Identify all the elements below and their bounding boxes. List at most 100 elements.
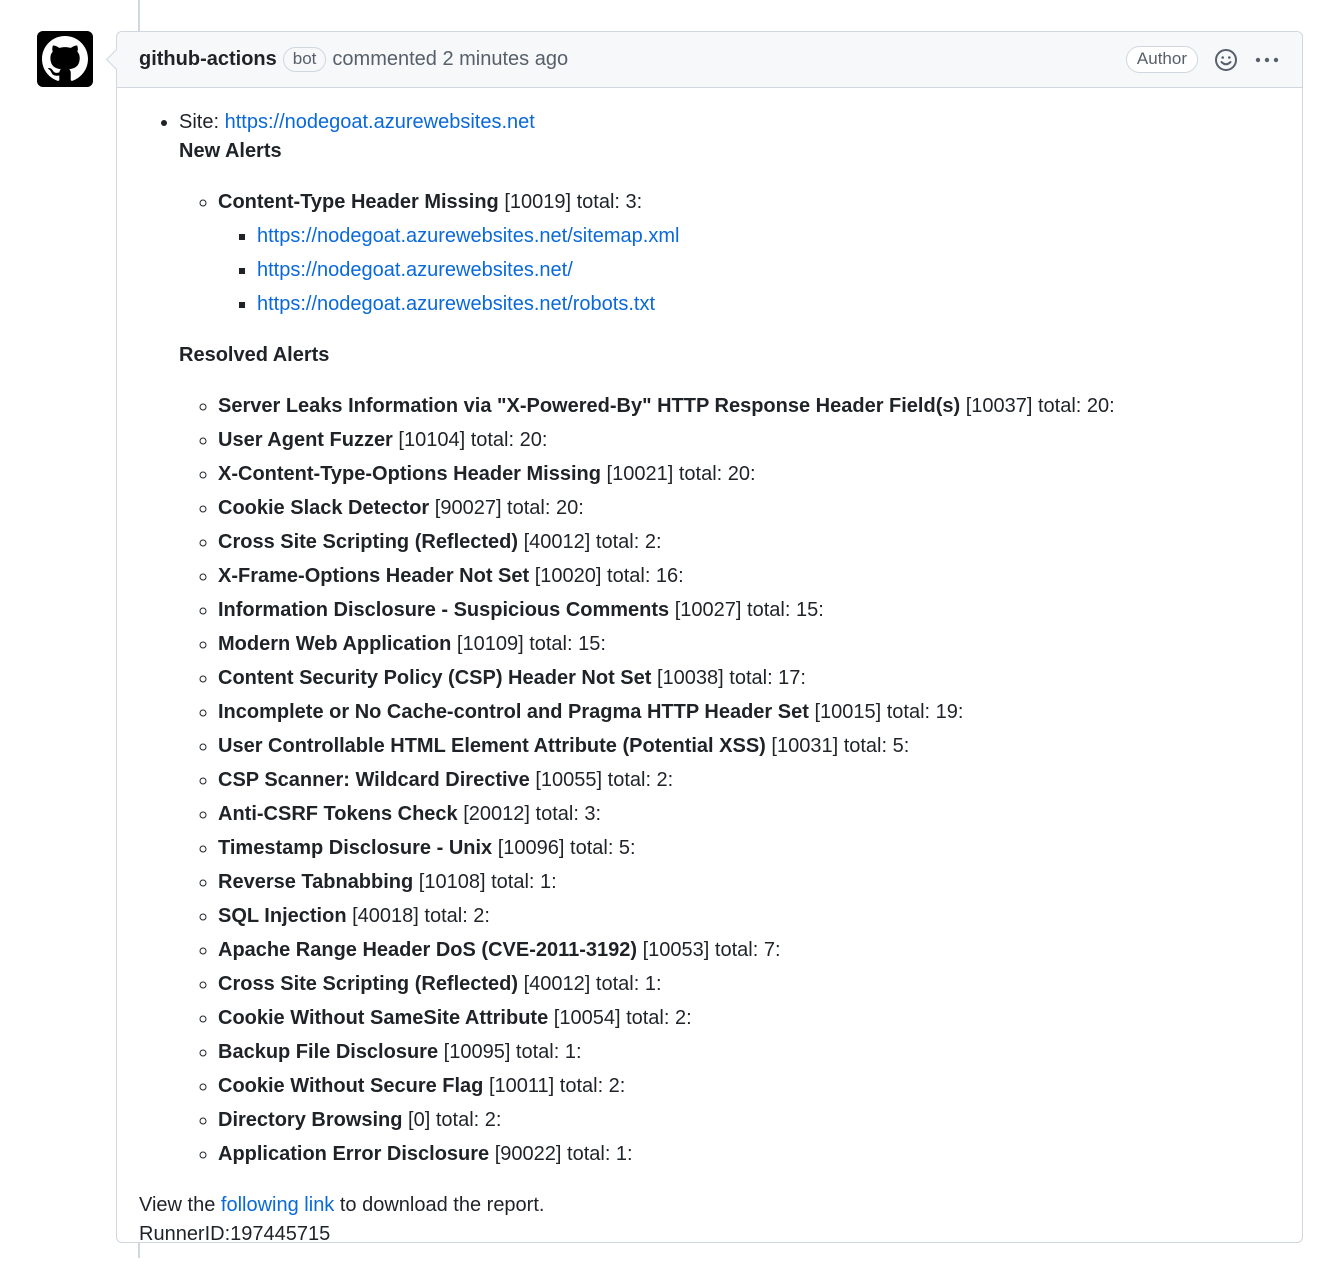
list-item: User Agent Fuzzer [10104] total: 20: bbox=[218, 426, 1280, 455]
list-item: Application Error Disclosure [90022] tot… bbox=[218, 1140, 1280, 1169]
alert-info: [10054] total: 2: bbox=[553, 1007, 692, 1029]
alert-name: X-Frame-Options Header Not Set bbox=[218, 565, 530, 587]
list-item: Cross Site Scripting (Reflected) [40012]… bbox=[218, 528, 1280, 557]
alert-name: Cookie Slack Detector bbox=[218, 497, 430, 519]
list-item: SQL Injection [40018] total: 2: bbox=[218, 902, 1280, 931]
alert-name: Modern Web Application bbox=[218, 633, 452, 655]
list-item: https://nodegoat.azurewebsites.net/robot… bbox=[257, 290, 1280, 319]
alert-name: Application Error Disclosure bbox=[218, 1143, 490, 1165]
report-footer: View the following link to download the … bbox=[139, 1191, 1280, 1220]
alert-info: [10104] total: 20: bbox=[398, 429, 548, 451]
alert-info: [20012] total: 3: bbox=[463, 803, 602, 825]
smiley-icon bbox=[1215, 48, 1237, 71]
alert-info: [10108] total: 1: bbox=[418, 871, 557, 893]
list-item: Cookie Without SameSite Attribute [10054… bbox=[218, 1004, 1280, 1033]
alert-info: [10109] total: 15: bbox=[456, 633, 606, 655]
list-item: Modern Web Application [10109] total: 15… bbox=[218, 630, 1280, 659]
resolved-alerts-heading: Resolved Alerts bbox=[179, 344, 330, 366]
alert-name: Apache Range Header DoS (CVE-2011-3192) bbox=[218, 939, 638, 961]
alert-name: X-Content-Type-Options Header Missing bbox=[218, 463, 601, 485]
list-item: Content Security Policy (CSP) Header Not… bbox=[218, 664, 1280, 693]
alert-name: Cross Site Scripting (Reflected) bbox=[218, 973, 519, 995]
alert-name: Timestamp Disclosure - Unix bbox=[218, 837, 493, 859]
list-item: Content-Type Header Missing [10019] tota… bbox=[218, 188, 1280, 319]
site-item: Site: https://nodegoat.azurewebsites.net… bbox=[179, 108, 1280, 1169]
alert-info: [10021] total: 20: bbox=[606, 463, 756, 485]
alert-name: SQL Injection bbox=[218, 905, 347, 927]
alert-name: Reverse Tabnabbing bbox=[218, 871, 414, 893]
alert-info: [10015] total: 19: bbox=[814, 701, 964, 723]
alert-name: Cross Site Scripting (Reflected) bbox=[218, 531, 519, 553]
alert-url-link[interactable]: https://nodegoat.azurewebsites.net/sitem… bbox=[257, 225, 679, 247]
alert-name: User Agent Fuzzer bbox=[218, 429, 393, 451]
alert-name: Content-Type Header Missing bbox=[218, 191, 499, 213]
alert-info: [10053] total: 7: bbox=[642, 939, 781, 961]
alert-info: [0] total: 2: bbox=[408, 1109, 502, 1131]
alert-info: [10011] total: 2: bbox=[488, 1075, 626, 1097]
list-item: https://nodegoat.azurewebsites.net/sitem… bbox=[257, 222, 1280, 251]
alert-info: [10096] total: 5: bbox=[497, 837, 636, 859]
list-item: Anti-CSRF Tokens Check [20012] total: 3: bbox=[218, 800, 1280, 829]
alert-name: Information Disclosure - Suspicious Comm… bbox=[218, 599, 670, 621]
comment-header: github-actions bot commented 2 minutes a… bbox=[117, 32, 1302, 88]
list-item: Timestamp Disclosure - Unix [10096] tota… bbox=[218, 834, 1280, 863]
list-item: Cookie Slack Detector [90027] total: 20: bbox=[218, 494, 1280, 523]
alert-name: User Controllable HTML Element Attribute… bbox=[218, 735, 766, 757]
alert-info: [90022] total: 1: bbox=[494, 1143, 633, 1165]
list-item: Server Leaks Information via "X-Powered-… bbox=[218, 392, 1280, 421]
list-item: X-Content-Type-Options Header Missing [1… bbox=[218, 460, 1280, 489]
comment-box: github-actions bot commented 2 minutes a… bbox=[116, 31, 1303, 1245]
list-item: X-Frame-Options Header Not Set [10020] t… bbox=[218, 562, 1280, 591]
alert-info: [40012] total: 1: bbox=[523, 973, 662, 995]
avatar[interactable] bbox=[37, 31, 93, 87]
alert-name: Incomplete or No Cache-control and Pragm… bbox=[218, 701, 809, 723]
reaction-button[interactable] bbox=[1214, 48, 1238, 72]
alert-info: [40018] total: 2: bbox=[352, 905, 490, 927]
list-item: Information Disclosure - Suspicious Comm… bbox=[218, 596, 1280, 625]
list-item: Cross Site Scripting (Reflected) [40012]… bbox=[218, 970, 1280, 999]
site-link[interactable]: https://nodegoat.azurewebsites.net bbox=[225, 111, 535, 133]
list-item: https://nodegoat.azurewebsites.net/ bbox=[257, 256, 1280, 285]
list-item: Backup File Disclosure [10095] total: 1: bbox=[218, 1038, 1280, 1067]
author-name[interactable]: github-actions bbox=[139, 48, 277, 71]
footer-text-post: to download the report. bbox=[339, 1194, 545, 1216]
alert-info: [10055] total: 2: bbox=[535, 769, 674, 791]
alert-url-list: https://nodegoat.azurewebsites.net/sitem… bbox=[218, 222, 1280, 319]
resolved-alerts-list: Server Leaks Information via "X-Powered-… bbox=[179, 392, 1280, 1169]
alert-info: [10020] total: 16: bbox=[534, 565, 684, 587]
alert-info: [10037] total: 20: bbox=[965, 395, 1115, 417]
list-item: Reverse Tabnabbing [10108] total: 1: bbox=[218, 868, 1280, 897]
list-item: Directory Browsing [0] total: 2: bbox=[218, 1106, 1280, 1135]
site-label: Site: bbox=[179, 111, 220, 133]
alert-name: Server Leaks Information via "X-Powered-… bbox=[218, 395, 961, 417]
runner-id: RunnerID:197445715 bbox=[139, 1223, 331, 1245]
alert-name: CSP Scanner: Wildcard Directive bbox=[218, 769, 530, 791]
github-logo-icon bbox=[42, 36, 88, 81]
list-item: Incomplete or No Cache-control and Pragm… bbox=[218, 698, 1280, 727]
alert-info: [10027] total: 15: bbox=[674, 599, 824, 621]
alert-name: Content Security Policy (CSP) Header Not… bbox=[218, 667, 652, 689]
comment-timestamp[interactable]: commented 2 minutes ago bbox=[332, 48, 568, 71]
footer-text-pre: View the bbox=[139, 1194, 216, 1216]
comment-menu-button[interactable] bbox=[1254, 48, 1280, 72]
alert-name: Backup File Disclosure bbox=[218, 1041, 439, 1063]
comment-body: Site: https://nodegoat.azurewebsites.net… bbox=[117, 88, 1302, 1269]
alert-info: [10038] total: 17: bbox=[656, 667, 806, 689]
alert-url-link[interactable]: https://nodegoat.azurewebsites.net/robot… bbox=[257, 293, 655, 315]
kebab-icon bbox=[1255, 57, 1279, 62]
alert-info: [10031] total: 5: bbox=[771, 735, 910, 757]
header-actions: Author bbox=[1125, 46, 1280, 73]
alert-name: Anti-CSRF Tokens Check bbox=[218, 803, 458, 825]
alert-info: [90027] total: 20: bbox=[434, 497, 584, 519]
bot-label: bot bbox=[282, 47, 327, 72]
report-download-link[interactable]: following link bbox=[221, 1194, 334, 1216]
alert-info: [40012] total: 2: bbox=[523, 531, 662, 553]
list-item: User Controllable HTML Element Attribute… bbox=[218, 732, 1280, 761]
list-item: Apache Range Header DoS (CVE-2011-3192) … bbox=[218, 936, 1280, 965]
alert-name: Cookie Without SameSite Attribute bbox=[218, 1007, 549, 1029]
alert-name: Cookie Without Secure Flag bbox=[218, 1075, 484, 1097]
list-item: CSP Scanner: Wildcard Directive [10055] … bbox=[218, 766, 1280, 795]
new-alerts-heading: New Alerts bbox=[179, 140, 282, 162]
alert-info: [10019] total: 3: bbox=[504, 191, 643, 213]
alert-url-link[interactable]: https://nodegoat.azurewebsites.net/ bbox=[257, 259, 573, 281]
